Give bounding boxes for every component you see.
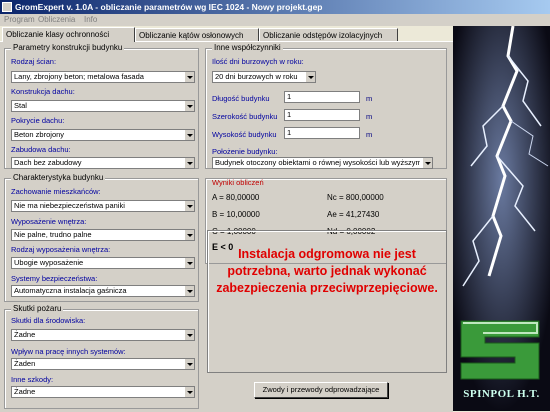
lightning-conductors-button[interactable]: Zwody i przewody odprowadzające: [254, 382, 388, 398]
group-characteristics: Charakterystyka budynku Zachowanie miesz…: [4, 173, 199, 302]
chevron-down-icon[interactable]: [184, 72, 194, 82]
position-select[interactable]: Budynek otoczony obiektami o równej wyso…: [212, 157, 433, 169]
construction-label: Konstrukcja dachu:: [11, 87, 75, 96]
group-title: Skutki pożaru: [11, 304, 64, 313]
recommendation-message: Instalacja odgromowa nie jest potrzebna,…: [216, 247, 438, 295]
tab-strip: Obliczanie klasy ochronności Obliczanie …: [0, 27, 455, 42]
build-label: Zabudowa dachu:: [11, 145, 71, 154]
recommendation-box: Instalacja odgromowa nie jest potrzebna,…: [207, 230, 447, 373]
systems-label: Wpływ na pracę innych systemów:: [11, 347, 126, 356]
construction-select[interactable]: Stal: [11, 100, 195, 112]
build-select[interactable]: Dach bez zabudowy: [11, 157, 195, 169]
safety-value: Automatyczna instalacja gaśnicza: [14, 286, 127, 295]
walls-value: Lany, zbrojony beton; metalowa fasada: [14, 72, 144, 81]
occupants-value: Nie ma niebezpieczeństwa paniki: [14, 201, 125, 210]
menu-program[interactable]: Program: [4, 14, 35, 26]
menu-obliczenia[interactable]: Obliczenia: [38, 14, 75, 26]
tab-katy-oslonowe[interactable]: Obliczanie kątów osłonowych: [135, 28, 259, 41]
systems-select[interactable]: Żaden: [11, 358, 195, 370]
interior-value: Nie palne, trudno palne: [14, 230, 92, 239]
chevron-down-icon[interactable]: [184, 230, 194, 240]
chevron-down-icon[interactable]: [184, 359, 194, 369]
chevron-down-icon[interactable]: [184, 387, 194, 397]
group-title: Charakterystyka budynku: [11, 173, 106, 182]
chevron-down-icon[interactable]: [184, 201, 194, 211]
length-input[interactable]: 1: [284, 91, 360, 103]
cover-label: Pokrycie dachu:: [11, 116, 65, 125]
group-building-params: Parametry konstrukcji budynku Rodzaj ści…: [4, 43, 199, 169]
days-select[interactable]: 20 dni burzowych w roku: [212, 71, 316, 83]
env-select[interactable]: Żadne: [11, 329, 195, 341]
group-title: Parametry konstrukcji budynku: [11, 43, 125, 52]
lightning-banner: SPINPOL H.T.: [453, 26, 550, 411]
build-value: Dach bez zabudowy: [14, 158, 82, 167]
title-bar: GromExpert v. 1.0A - obliczanie parametr…: [0, 0, 550, 14]
results-title: Wyniki obliczeń: [212, 178, 264, 187]
width-unit: m: [366, 112, 373, 121]
occupants-select[interactable]: Nie ma niebezpieczeństwa paniki: [11, 200, 195, 212]
result-a: A = 80,00000: [212, 193, 260, 202]
chevron-down-icon[interactable]: [305, 72, 315, 82]
chevron-down-icon[interactable]: [184, 330, 194, 340]
window-title: GromExpert v. 1.0A - obliczanie parametr…: [15, 2, 323, 12]
env-label: Skutki dla środowiska:: [11, 316, 86, 325]
brand-label: SPINPOL H.T.: [463, 388, 540, 400]
position-label: Położenie budynku:: [212, 147, 278, 156]
tab-klasa-ochronnosci[interactable]: Obliczanie klasy ochronności: [2, 27, 135, 42]
cover-select[interactable]: Beton zbrojony: [11, 129, 195, 141]
interior-select[interactable]: Nie palne, trudno palne: [11, 229, 195, 241]
walls-label: Rodzaj ścian:: [11, 57, 57, 66]
width-label: Szerokość budynku: [212, 112, 278, 121]
menu-info[interactable]: Info: [84, 14, 97, 26]
group-title: Inne współczynniki: [212, 43, 283, 52]
position-value: Budynek otoczony obiektami o równej wyso…: [215, 158, 420, 167]
height-label: Wysokość budynku: [212, 130, 277, 139]
env-value: Żadne: [14, 330, 36, 339]
chevron-down-icon[interactable]: [184, 258, 194, 268]
menu-bar: Program Obliczenia Info: [0, 14, 550, 26]
systems-value: Żaden: [14, 359, 36, 368]
spinpol-logo-icon: [460, 320, 540, 380]
chevron-down-icon[interactable]: [184, 286, 194, 296]
other-damage-select[interactable]: Żadne: [11, 386, 195, 398]
days-value: 20 dni burzowych w roku: [215, 72, 298, 81]
tab-odstepy-izolacyjne[interactable]: Obliczanie odstępów izolacyjnych: [259, 28, 398, 41]
group-other-factors: Inne współczynniki Ilość dni burzowych w…: [205, 43, 447, 169]
length-label: Długość budynku: [212, 94, 270, 103]
interior-type-label: Rodzaj wyposażenia wnętrza:: [11, 245, 111, 254]
chevron-down-icon[interactable]: [184, 101, 194, 111]
result-ae: Ae = 41,27430: [327, 210, 380, 219]
cover-value: Beton zbrojony: [14, 130, 65, 139]
safety-select[interactable]: Automatyczna instalacja gaśnicza: [11, 285, 195, 297]
width-input[interactable]: 1: [284, 109, 360, 121]
length-unit: m: [366, 94, 373, 103]
other-damage-value: Żadne: [14, 387, 36, 396]
height-input[interactable]: 1: [284, 127, 360, 139]
app-icon: [2, 2, 12, 12]
other-damage-label: Inne szkody:: [11, 375, 54, 384]
interior-label: Wyposażenie wnętrza:: [11, 217, 87, 226]
result-b: B = 10,00000: [212, 210, 260, 219]
construction-value: Stal: [14, 101, 27, 110]
height-unit: m: [366, 130, 373, 139]
chevron-down-icon[interactable]: [184, 158, 194, 168]
walls-select[interactable]: Lany, zbrojony beton; metalowa fasada: [11, 71, 195, 83]
interior-type-value: Ubogie wyposażenie: [14, 258, 84, 267]
chevron-down-icon[interactable]: [422, 158, 432, 168]
group-fire-effects: Skutki pożaru Skutki dla środowiska: Żad…: [4, 304, 199, 409]
occupants-label: Zachowanie mieszkańców:: [11, 187, 101, 196]
safety-label: Systemy bezpieczeństwa:: [11, 274, 98, 283]
result-nc: Nc = 800,00000: [327, 193, 384, 202]
chevron-down-icon[interactable]: [184, 130, 194, 140]
interior-type-select[interactable]: Ubogie wyposażenie: [11, 257, 195, 269]
days-label: Ilość dni burzowych w roku:: [212, 57, 304, 66]
